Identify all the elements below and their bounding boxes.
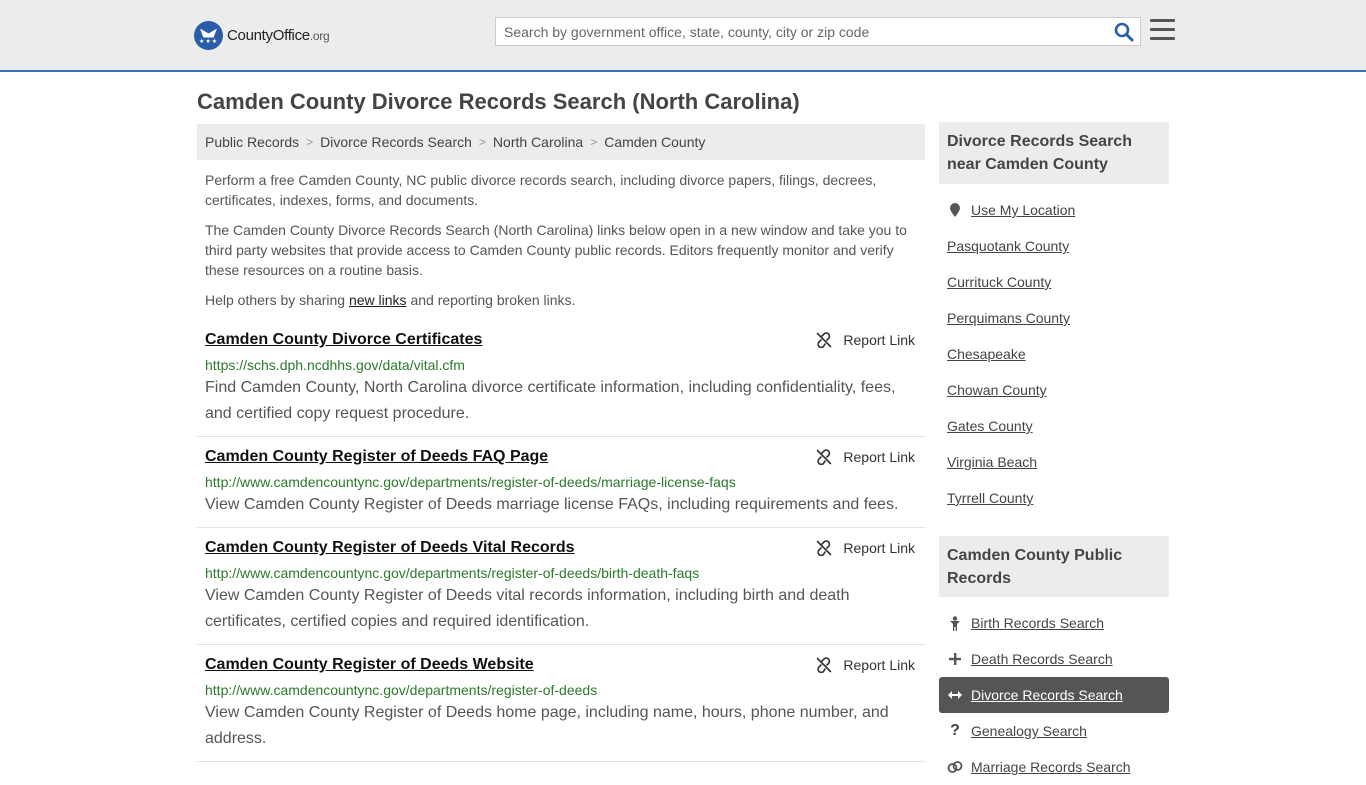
nearby-link-chowan[interactable]: Chowan County [947, 382, 1047, 398]
result-url: http://www.camdencountync.gov/department… [205, 682, 598, 698]
result-description: Find Camden County, North Carolina divor… [205, 379, 896, 422]
intro-paragraph-1: Perform a free Camden County, NC public … [205, 172, 877, 208]
report-link-label: Report Link [843, 657, 915, 673]
broken-link-icon [817, 332, 832, 348]
rings-icon [947, 761, 963, 773]
report-link-label: Report Link [843, 540, 915, 556]
nearby-link-virginia-beach[interactable]: Virginia Beach [947, 454, 1037, 470]
site-logo[interactable]: ★★★ CountyOffice.org [194, 20, 330, 50]
use-my-location-label: Use My Location [971, 202, 1076, 218]
death-records-label: Death Records Search [971, 651, 1113, 667]
nearby-link-pasquotank[interactable]: Pasquotank County [947, 238, 1069, 254]
cross-icon [947, 653, 963, 665]
map-pin-icon [947, 203, 963, 217]
new-links-link[interactable]: new links [349, 292, 407, 308]
nearby-link-perquimans[interactable]: Perquimans County [947, 310, 1070, 326]
page-title: Camden County Divorce Records Search (No… [197, 89, 800, 114]
result-title-link[interactable]: Camden County Register of Deeds FAQ Page [205, 448, 548, 466]
report-link-button[interactable]: Report Link [816, 540, 915, 556]
intro-paragraph-2: The Camden County Divorce Records Search… [205, 222, 907, 278]
nearby-link-chesapeake[interactable]: Chesapeake [947, 346, 1026, 362]
broken-link-icon [817, 657, 832, 673]
logo-brand: CountyOffice [227, 26, 310, 44]
use-my-location-link[interactable]: Use My Location [939, 192, 1169, 228]
report-link-button[interactable]: Report Link [816, 449, 915, 465]
public-records-heading: Camden County Public Records [939, 536, 1169, 597]
result-url: https://schs.dph.ncdhhs.gov/data/vital.c… [205, 357, 465, 373]
help-text-before: Help others by sharing [205, 292, 349, 308]
result-title-link[interactable]: Camden County Register of Deeds Website [205, 656, 534, 674]
result-item: Camden County Register of Deeds Website … [197, 645, 925, 762]
intro-paragraph-3: Help others by sharing new links and rep… [205, 290, 915, 310]
hamburger-menu-icon[interactable] [1150, 19, 1175, 41]
report-link-label: Report Link [843, 332, 915, 348]
chevron-right-icon: > [478, 135, 486, 149]
search-box [495, 17, 1141, 46]
report-link-button[interactable]: Report Link [816, 332, 915, 348]
logo-text: CountyOffice.org [227, 26, 330, 44]
birth-records-link[interactable]: Birth Records Search [939, 605, 1169, 641]
divorce-records-link-active[interactable]: Divorce Records Search [939, 677, 1169, 713]
split-arrows-icon [947, 690, 963, 700]
result-title-link[interactable]: Camden County Register of Deeds Vital Re… [205, 539, 575, 557]
result-item: Camden County Divorce Certificates Repor… [197, 320, 925, 437]
report-link-label: Report Link [843, 449, 915, 465]
breadcrumb-north-carolina[interactable]: North Carolina [493, 134, 583, 150]
nearby-heading: Divorce Records Search near Camden Count… [939, 122, 1169, 184]
top-bar: ★★★ CountyOffice.org [0, 0, 1366, 72]
seal-icon: ★★★ [194, 20, 223, 50]
broken-link-icon [817, 449, 832, 465]
broken-link-icon [817, 540, 832, 556]
chevron-right-icon: > [590, 135, 598, 149]
result-item: Camden County Register of Deeds Vital Re… [197, 528, 925, 645]
result-url: http://www.camdencountync.gov/department… [205, 474, 736, 490]
nearby-link-tyrrell[interactable]: Tyrrell County [947, 490, 1033, 506]
genealogy-search-label: Genealogy Search [971, 723, 1087, 739]
search-input[interactable] [496, 18, 1106, 45]
result-description: View Camden County Register of Deeds vit… [205, 587, 850, 630]
breadcrumb-divorce-records[interactable]: Divorce Records Search [320, 134, 472, 150]
search-icon[interactable] [1114, 22, 1134, 42]
chevron-right-icon: > [306, 135, 314, 149]
breadcrumb-public-records[interactable]: Public Records [205, 134, 299, 150]
result-item: Camden County Register of Deeds FAQ Page… [197, 437, 925, 528]
nearby-link-gates[interactable]: Gates County [947, 418, 1033, 434]
result-description: View Camden County Register of Deeds hom… [205, 704, 889, 747]
marriage-records-label: Marriage Records Search [971, 759, 1131, 775]
breadcrumb: Public Records > Divorce Records Search … [197, 124, 925, 160]
report-link-button[interactable]: Report Link [816, 657, 915, 673]
result-description: View Camden County Register of Deeds mar… [205, 496, 899, 513]
birth-records-label: Birth Records Search [971, 615, 1105, 631]
logo-tld: .org [309, 28, 330, 43]
divorce-records-label: Divorce Records Search [971, 687, 1123, 703]
help-text-after: and reporting broken links. [406, 292, 576, 308]
question-icon: ? [950, 722, 960, 739]
breadcrumb-camden-county[interactable]: Camden County [604, 134, 705, 150]
result-title-link[interactable]: Camden County Divorce Certificates [205, 331, 482, 349]
marriage-records-link[interactable]: Marriage Records Search [939, 749, 1169, 785]
result-url: http://www.camdencountync.gov/department… [205, 565, 700, 581]
nearby-link-currituck[interactable]: Currituck County [947, 274, 1051, 290]
child-icon [947, 615, 963, 631]
death-records-link[interactable]: Death Records Search [939, 641, 1169, 677]
genealogy-search-link[interactable]: ? Genealogy Search [939, 713, 1169, 749]
